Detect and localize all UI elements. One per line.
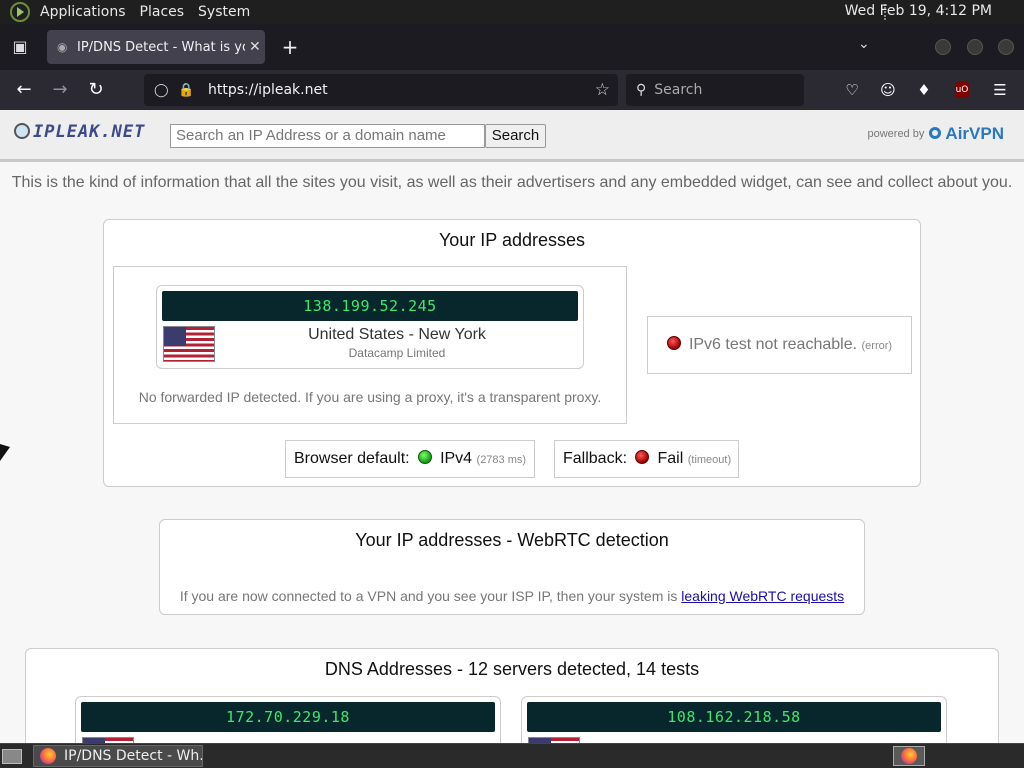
forward-note: No forwarded IP detected. If you are usi… [138, 389, 602, 405]
taskbar-window-title: IP/DNS Detect - Wh... [64, 748, 203, 764]
browser-search-input[interactable]: ⚲ Search [626, 74, 804, 106]
fallback-label: Fallback: [563, 450, 628, 467]
fallback-box: Fallback: Fail (timeout) [554, 440, 739, 478]
window-close-button[interactable] [998, 39, 1014, 55]
airvpn-brand[interactable]: AirVPN [945, 124, 1004, 143]
search-placeholder: Search [654, 82, 703, 98]
site-header: IPLEAK.NET Search an IP Address or a dom… [0, 110, 1024, 162]
browser-default-value: IPv4 [440, 450, 473, 467]
firefox-icon [40, 748, 56, 764]
tab-title: IP/DNS Detect - What is you [77, 39, 245, 55]
ublock-icon[interactable]: uO [955, 82, 969, 98]
shield-icon[interactable]: ◯ [154, 83, 170, 98]
ip-card: 138.199.52.245 United States - New York … [156, 285, 584, 369]
reload-icon[interactable]: ↻ [85, 79, 107, 101]
hamburger-menu-icon[interactable]: ☰ [990, 80, 1010, 100]
page-content: IPLEAK.NET Search an IP Address or a dom… [0, 110, 1024, 743]
pocket-icon[interactable]: ♡ [842, 80, 862, 100]
airvpn-icon [929, 127, 942, 139]
dns-title: DNS Addresses - 12 servers detected, 14 … [324, 659, 700, 679]
taskbar: IP/DNS Detect - Wh... [0, 743, 1024, 768]
ip-isp: Datacamp Limited [348, 346, 446, 360]
ipv6-note: (error) [861, 340, 893, 352]
nav-bar: ← → ↻ ◯ 🔒 https://ipleak.net ☆ ⚲ Search … [0, 70, 1024, 110]
powered-by-label: powered by [867, 128, 925, 140]
tab-bar: ▣ ◉ IP/DNS Detect - What is you ✕ + ⌄ [0, 24, 1024, 70]
ip-location: United States - New York [308, 326, 486, 343]
red-status-icon [635, 450, 650, 464]
ipv4-box: 138.199.52.245 United States - New York … [113, 266, 627, 424]
browser-default-label: Browser default: [294, 450, 410, 467]
plus-icon[interactable]: + [278, 35, 302, 59]
dns-server-card: 108.162.218.58 [521, 696, 947, 743]
logo-text: IPLEAK.NET [33, 122, 146, 142]
intro-text: This is the kind of information that all… [11, 174, 1013, 191]
webrtc-title: Your IP addresses - WebRTC detection [355, 530, 669, 550]
close-icon[interactable]: ✕ [249, 39, 261, 55]
top-panel: Applications Places System Wed Feb 19, 4… [0, 0, 1024, 24]
site-logo[interactable]: IPLEAK.NET [14, 122, 145, 142]
forward-arrow-icon[interactable]: → [49, 79, 71, 101]
ip-search-button[interactable]: Search [485, 124, 546, 148]
fallback-value: Fail [657, 450, 684, 467]
globe-icon: ◉ [57, 40, 68, 54]
fallback-note: (timeout) [687, 454, 732, 466]
ipv6-text: IPv6 test not reachable. [688, 336, 858, 353]
ip-address[interactable]: 138.199.52.245 [162, 291, 578, 321]
show-desktop-button[interactable] [2, 749, 22, 764]
places-menu[interactable]: Places [134, 4, 193, 20]
back-arrow-icon[interactable]: ← [13, 79, 35, 101]
mouse-cursor-icon [0, 444, 10, 461]
magnifier-icon [14, 123, 30, 139]
ip-addresses-panel: Your IP addresses 138.199.52.245 United … [103, 219, 921, 487]
chevron-down-icon[interactable]: ⌄ [858, 36, 870, 52]
lock-icon[interactable]: 🔒 [178, 83, 194, 98]
us-flag-icon [163, 326, 215, 362]
ip-panel-title: Your IP addresses [438, 230, 586, 250]
powered-by[interactable]: powered by AirVPN [867, 124, 1004, 144]
dns-server-card: 172.70.229.18 [75, 696, 501, 743]
maximize-button[interactable] [967, 39, 983, 55]
taskbar-window-button[interactable]: IP/DNS Detect - Wh... [33, 745, 203, 767]
system-menu[interactable]: System [192, 4, 258, 20]
browser-default-time: (2783 ms) [476, 454, 527, 466]
extensions-icon[interactable]: ♦ [914, 80, 934, 100]
menu-logo-icon[interactable] [10, 2, 30, 22]
minimize-button[interactable] [935, 39, 951, 55]
search-icon: ⚲ [636, 82, 647, 98]
webrtc-note: If you are now connected to a VPN and yo… [160, 588, 864, 604]
workspace-switcher[interactable] [893, 746, 925, 766]
clock[interactable]: Wed Feb 19, 4:12 PM [845, 3, 992, 19]
browser-default-box: Browser default: IPv4 (2783 ms) [285, 440, 535, 478]
applications-menu[interactable]: Applications [34, 4, 134, 20]
url-text[interactable]: https://ipleak.net [208, 82, 328, 98]
star-icon[interactable]: ☆ [595, 80, 610, 100]
webrtc-note-text: If you are now connected to a VPN and yo… [179, 588, 678, 604]
tab-list-icon[interactable]: ▣ [10, 37, 30, 57]
ip-search-input[interactable]: Search an IP Address or a domain name [170, 124, 485, 148]
account-icon[interactable]: ☺ [878, 80, 898, 100]
browser-tab[interactable]: ◉ IP/DNS Detect - What is you ✕ [47, 30, 265, 64]
dns-ip[interactable]: 172.70.229.18 [81, 702, 495, 732]
url-bar[interactable]: ◯ 🔒 https://ipleak.net ☆ [144, 74, 618, 106]
webrtc-leak-link[interactable]: leaking WebRTC requests [681, 588, 844, 604]
ipv6-box: IPv6 test not reachable. (error) [647, 316, 912, 374]
webrtc-panel: Your IP addresses - WebRTC detection If … [159, 519, 865, 615]
green-status-icon [418, 450, 433, 464]
red-status-icon [666, 336, 681, 350]
firefox-icon [901, 748, 917, 764]
dns-ip[interactable]: 108.162.218.58 [527, 702, 941, 732]
